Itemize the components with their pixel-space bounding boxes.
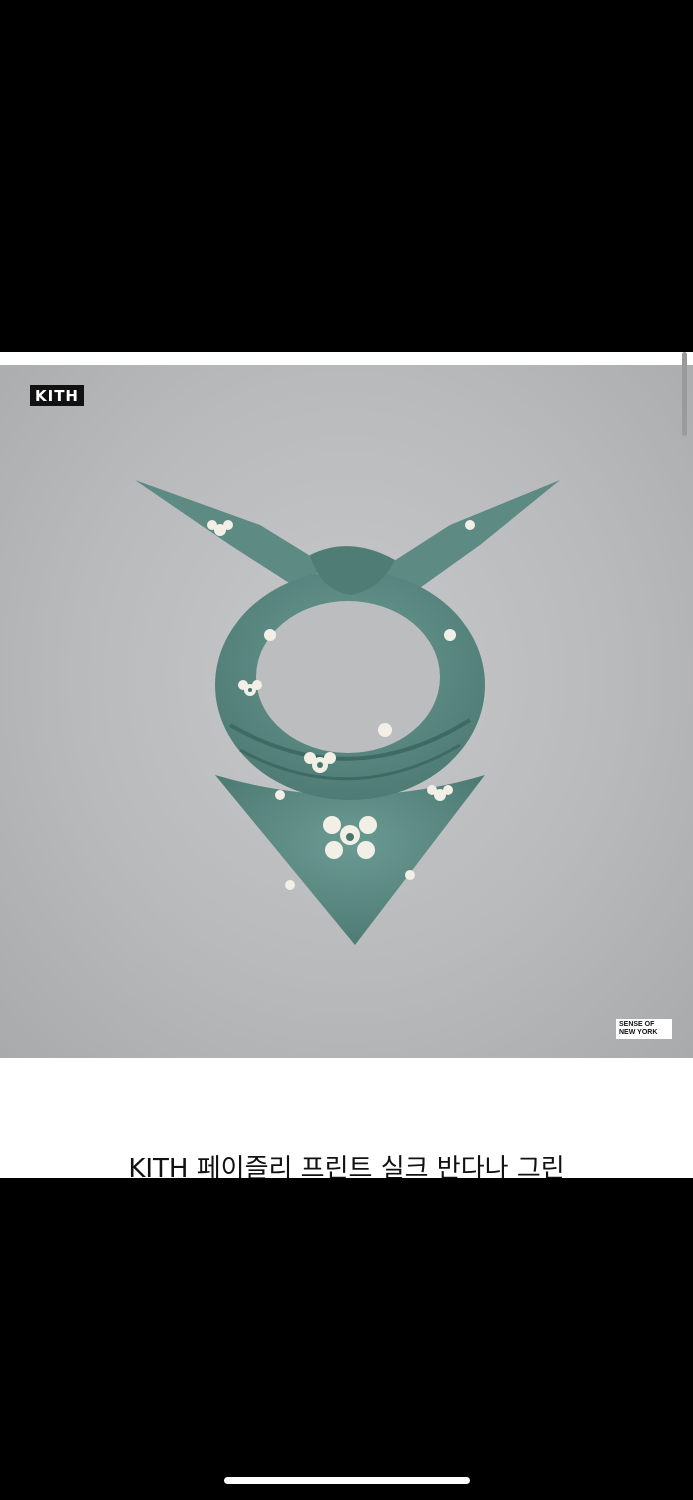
sense-of-new-york-badge: SENSE OF NEW YORK [616, 1019, 672, 1039]
scarf-illustration [135, 480, 560, 945]
product-title: KITH 페이즐리 프린트 실크 반다나 그린 [128, 1154, 565, 1178]
product-image[interactable]: KITH SENSE OF NEW YORK [0, 365, 693, 1058]
scrollbar-thumb[interactable] [682, 352, 687, 436]
top-black-area [0, 0, 693, 352]
kith-logo: KITH [30, 385, 84, 406]
content-area: KITH SENSE OF NEW YORK KITH 페이즐리 프린트 실크 … [0, 352, 693, 1178]
home-indicator[interactable] [224, 1477, 470, 1484]
